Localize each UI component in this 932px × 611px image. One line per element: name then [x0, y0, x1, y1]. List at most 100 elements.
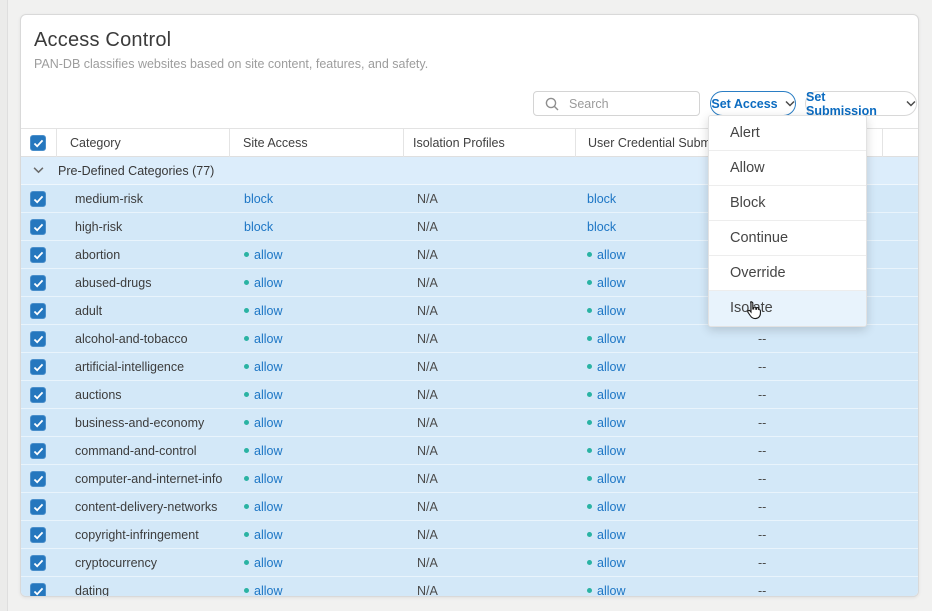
site-access-cell[interactable]: allow	[244, 465, 283, 493]
user-credential-submission-cell[interactable]: allow	[587, 465, 626, 493]
row-checkbox[interactable]	[30, 247, 46, 263]
user-credential-submission-cell[interactable]: allow	[587, 437, 626, 465]
site-access-cell[interactable]: allow	[244, 381, 283, 409]
user-credential-submission-value[interactable]: allow	[597, 472, 626, 486]
row-checkbox[interactable]	[30, 415, 46, 431]
site-access-value[interactable]: allow	[254, 500, 283, 514]
dropdown-menu-item[interactable]: Allow	[709, 151, 866, 186]
site-access-value[interactable]: allow	[254, 276, 283, 290]
site-access-cell[interactable]: allow	[244, 353, 283, 381]
site-access-cell[interactable]: allow	[244, 549, 283, 577]
user-credential-submission-value[interactable]: allow	[597, 584, 626, 596]
site-access-cell[interactable]: allow	[244, 325, 283, 353]
site-access-cell[interactable]: allow	[244, 241, 283, 269]
row-checkbox[interactable]	[30, 275, 46, 291]
user-credential-submission-value[interactable]: allow	[597, 248, 626, 262]
dropdown-menu-item[interactable]: Isolate	[709, 291, 866, 326]
set-submission-button[interactable]: Set Submission	[805, 91, 917, 116]
user-credential-submission-value[interactable]: allow	[597, 416, 626, 430]
site-access-cell[interactable]: allow	[244, 269, 283, 297]
user-credential-submission-cell[interactable]: block	[587, 213, 616, 241]
set-access-button[interactable]: Set Access	[710, 91, 796, 116]
user-credential-submission-cell[interactable]: allow	[587, 493, 626, 521]
site-access-value[interactable]: allow	[254, 528, 283, 542]
site-access-value[interactable]: allow	[254, 304, 283, 318]
site-access-value[interactable]: allow	[254, 360, 283, 374]
site-access-value[interactable]: block	[244, 192, 273, 206]
user-credential-submission-cell[interactable]: allow	[587, 381, 626, 409]
user-credential-submission-cell[interactable]: allow	[587, 521, 626, 549]
site-access-value[interactable]: allow	[254, 556, 283, 570]
row-checkbox[interactable]	[30, 191, 46, 207]
user-credential-submission-cell[interactable]: allow	[587, 409, 626, 437]
search-input[interactable]: Search	[533, 91, 700, 116]
site-access-value[interactable]: allow	[254, 332, 283, 346]
row-checkbox[interactable]	[30, 331, 46, 347]
table-row[interactable]: command-and-control allow N/A allow --	[21, 437, 918, 465]
site-access-cell[interactable]: allow	[244, 493, 283, 521]
dropdown-menu-item[interactable]: Continue	[709, 221, 866, 256]
site-access-value[interactable]: allow	[254, 472, 283, 486]
row-checkbox[interactable]	[30, 443, 46, 459]
site-access-value[interactable]: allow	[254, 444, 283, 458]
row-checkbox[interactable]	[30, 583, 46, 596]
table-row[interactable]: dating allow N/A allow --	[21, 577, 918, 596]
user-credential-submission-value[interactable]: allow	[597, 444, 626, 458]
row-checkbox[interactable]	[30, 359, 46, 375]
row-checkbox[interactable]	[30, 387, 46, 403]
user-credential-submission-value[interactable]: allow	[597, 304, 626, 318]
column-header-category[interactable]: Category	[70, 129, 121, 158]
user-credential-submission-value[interactable]: allow	[597, 556, 626, 570]
row-checkbox[interactable]	[30, 499, 46, 515]
site-access-value[interactable]: allow	[254, 388, 283, 402]
dropdown-menu-item[interactable]: Block	[709, 186, 866, 221]
dropdown-menu-item[interactable]: Alert	[709, 116, 866, 151]
chevron-down-icon[interactable]	[33, 166, 44, 174]
checkmark-icon	[33, 419, 44, 428]
column-header-site-access[interactable]: Site Access	[243, 129, 308, 158]
select-all-checkbox[interactable]	[30, 135, 46, 151]
table-row[interactable]: alcohol-and-tobacco allow N/A allow --	[21, 325, 918, 353]
site-access-value[interactable]: allow	[254, 248, 283, 262]
user-credential-submission-cell[interactable]: allow	[587, 241, 626, 269]
user-credential-submission-cell[interactable]: allow	[587, 577, 626, 596]
dropdown-menu-item[interactable]: Override	[709, 256, 866, 291]
site-access-cell[interactable]: block	[244, 213, 273, 241]
site-access-cell[interactable]: allow	[244, 521, 283, 549]
row-checkbox[interactable]	[30, 527, 46, 543]
table-row[interactable]: cryptocurrency allow N/A allow --	[21, 549, 918, 577]
table-row[interactable]: business-and-economy allow N/A allow --	[21, 409, 918, 437]
user-credential-submission-cell[interactable]: allow	[587, 549, 626, 577]
row-checkbox[interactable]	[30, 471, 46, 487]
table-row[interactable]: auctions allow N/A allow --	[21, 381, 918, 409]
user-credential-submission-cell[interactable]: allow	[587, 269, 626, 297]
row-checkbox[interactable]	[30, 219, 46, 235]
user-credential-submission-value[interactable]: allow	[597, 360, 626, 374]
site-access-cell[interactable]: allow	[244, 437, 283, 465]
site-access-cell[interactable]: block	[244, 185, 273, 213]
user-credential-submission-cell[interactable]: allow	[587, 297, 626, 325]
table-row[interactable]: artificial-intelligence allow N/A allow …	[21, 353, 918, 381]
table-row[interactable]: content-delivery-networks allow N/A allo…	[21, 493, 918, 521]
column-header-isolation-profiles[interactable]: Isolation Profiles	[413, 129, 505, 158]
user-credential-submission-value[interactable]: allow	[597, 528, 626, 542]
user-credential-submission-value[interactable]: allow	[597, 388, 626, 402]
table-row[interactable]: computer-and-internet-info allow N/A all…	[21, 465, 918, 493]
site-access-value[interactable]: allow	[254, 416, 283, 430]
row-checkbox[interactable]	[30, 303, 46, 319]
user-credential-submission-value[interactable]: block	[587, 192, 616, 206]
site-access-cell[interactable]: allow	[244, 577, 283, 596]
user-credential-submission-cell[interactable]: allow	[587, 325, 626, 353]
user-credential-submission-value[interactable]: allow	[597, 276, 626, 290]
user-credential-submission-value[interactable]: block	[587, 220, 616, 234]
site-access-cell[interactable]: allow	[244, 297, 283, 325]
user-credential-submission-cell[interactable]: block	[587, 185, 616, 213]
site-access-cell[interactable]: allow	[244, 409, 283, 437]
user-credential-submission-cell[interactable]: allow	[587, 353, 626, 381]
site-access-value[interactable]: allow	[254, 584, 283, 596]
table-row[interactable]: copyright-infringement allow N/A allow -…	[21, 521, 918, 549]
row-checkbox[interactable]	[30, 555, 46, 571]
user-credential-submission-value[interactable]: allow	[597, 500, 626, 514]
user-credential-submission-value[interactable]: allow	[597, 332, 626, 346]
site-access-value[interactable]: block	[244, 220, 273, 234]
